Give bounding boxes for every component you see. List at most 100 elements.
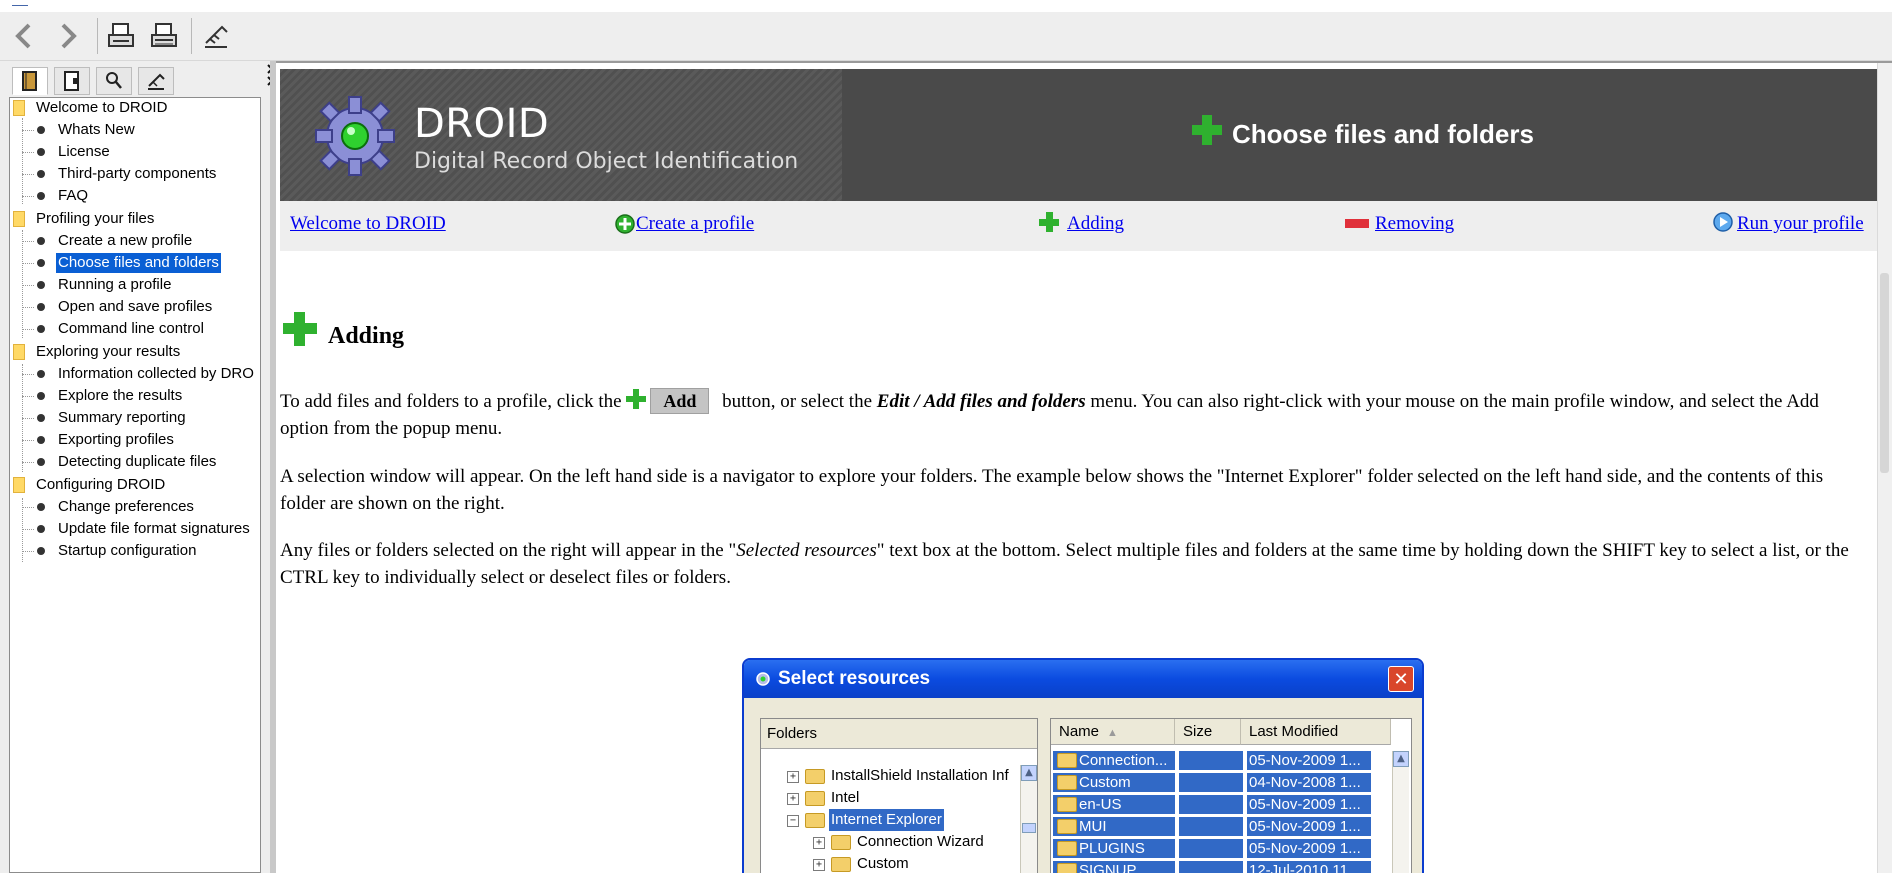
topic-navbar: Welcome to DROID Create a profile Adding… [280, 201, 1886, 251]
nav-link-create-profile[interactable]: Create a profile [636, 213, 754, 235]
tree-topic-label: Configuring DROID [36, 476, 166, 493]
column-header-size: Size [1175, 719, 1241, 745]
folder-icon [805, 813, 825, 828]
bullet-icon [37, 170, 45, 178]
nav-link-welcome[interactable]: Welcome to DROID [290, 213, 446, 235]
create-profile-icon [615, 214, 635, 234]
tree-item-label: Running a profile [58, 276, 172, 293]
scroll-up-icon: ▲ [1021, 765, 1037, 781]
file-size-cell [1179, 861, 1243, 873]
emphasis-text: Selected resources [736, 540, 877, 561]
tree-item-label-selected: Choose files and folders [56, 253, 221, 273]
nav-link-adding[interactable]: Adding [1067, 213, 1124, 235]
app-name: DROID [414, 101, 550, 147]
content-scrollbar[interactable] [1877, 63, 1892, 873]
print-setup-icon [151, 23, 177, 47]
bullet-icon [37, 503, 45, 511]
bullet-icon [37, 237, 45, 245]
plus-icon [283, 312, 317, 346]
scroll-thumb[interactable] [1880, 273, 1889, 473]
file-name: SIGNUP [1079, 862, 1137, 873]
book-icon [13, 100, 25, 116]
tree-item-label: Exporting profiles [58, 431, 174, 448]
bullet-icon [37, 458, 45, 466]
files-list-panel: Name ▲ Size Last Modified Connection... 0… [1050, 718, 1412, 873]
paragraph-add-instructions: To add files and folders to a profile, c… [280, 388, 1870, 442]
print-button[interactable] [103, 18, 139, 54]
folder-icon [805, 769, 825, 784]
print-setup-button[interactable] [146, 18, 182, 54]
tab-index[interactable] [54, 67, 90, 95]
toolbar-separator [191, 18, 192, 54]
tree-topic-label: Exploring your results [36, 343, 181, 360]
folder-label: Internet Explorer [829, 809, 944, 831]
page-setup-button[interactable] [198, 18, 234, 54]
bullet-icon [37, 436, 45, 444]
nav-link-removing[interactable]: Removing [1375, 213, 1454, 235]
folder-icon [1057, 863, 1077, 873]
nav-link-run-profile[interactable]: Run your profile [1737, 213, 1864, 235]
dialog-close-button: ✕ [1388, 666, 1414, 692]
tree-item-label: Whats New [58, 121, 135, 138]
tree-item-label: Startup configuration [58, 542, 197, 559]
menu-path-text: Edit / Add files and folders [876, 391, 1086, 412]
tree-connector [22, 418, 34, 419]
tab-contents[interactable] [12, 67, 48, 95]
folder-icon [1057, 797, 1077, 812]
toolbar-separator [97, 18, 98, 54]
file-modified-cell: 04-Nov-2008 1... [1247, 773, 1371, 792]
column-header-last-modified: Last Modified [1241, 719, 1391, 745]
book-icon [13, 344, 25, 360]
collapse-icon: − [787, 815, 799, 827]
folder-label: InstallShield Installation Inf [831, 767, 1009, 784]
tree-connector [22, 440, 34, 441]
bullet-icon [37, 192, 45, 200]
file-name-cell: Custom [1053, 773, 1175, 792]
help-toolbar [0, 12, 1892, 61]
plus-icon [626, 389, 647, 409]
tree-connector [22, 241, 34, 242]
tree-item-label: Update file format signatures [58, 520, 250, 537]
minus-icon [1345, 219, 1369, 228]
bullet-icon [37, 370, 45, 378]
bullet-icon [37, 392, 45, 400]
tree-connector [22, 174, 34, 175]
dialog-title: Select resources [778, 668, 931, 689]
tab-search[interactable] [96, 67, 132, 95]
banner-logo-area: DROID Digital Record Object Identificati… [280, 69, 842, 201]
tree-connector [22, 462, 34, 463]
contents-tree: Welcome to DROID Whats New License Third… [9, 97, 261, 873]
tab-favorites[interactable] [138, 67, 174, 95]
bullet-icon [37, 126, 45, 134]
file-name-cell: PLUGINS [1053, 839, 1175, 858]
tree-connector [22, 396, 34, 397]
file-modified-cell: 05-Nov-2009 1... [1247, 751, 1371, 770]
tree-item-label: Summary reporting [58, 409, 186, 426]
file-name-cell: MUI [1053, 817, 1175, 836]
file-modified-cell: 05-Nov-2009 1... [1247, 817, 1371, 836]
plus-icon [1039, 212, 1059, 232]
file-row: PLUGINS 05-Nov-2009 1... [1053, 839, 1393, 859]
expand-icon: + [813, 859, 825, 871]
back-button[interactable] [6, 18, 42, 54]
folders-scrollbar: ▲ [1020, 765, 1037, 873]
folder-icon [1057, 753, 1077, 768]
tree-connector [22, 374, 34, 375]
text-fragment: To add files and folders to a profile, c… [280, 391, 627, 412]
forward-button[interactable] [50, 18, 86, 54]
bullet-icon [37, 525, 45, 533]
text-fragment: button, or select the [717, 391, 877, 412]
file-row: Connection... 05-Nov-2009 1... [1053, 751, 1393, 771]
section-heading: Adding [328, 323, 405, 349]
tree-item-label: License [58, 143, 110, 160]
expand-icon: + [787, 771, 799, 783]
tree-item-label: Create a new profile [58, 232, 193, 249]
tree-connector [22, 263, 34, 264]
menu-remnant [12, 2, 28, 6]
tree-connector [22, 196, 34, 197]
column-header-label: Last Modified [1249, 723, 1339, 740]
expand-icon: + [813, 837, 825, 849]
bullet-icon [37, 325, 45, 333]
file-name: en-US [1079, 796, 1122, 813]
file-name-cell: en-US [1053, 795, 1175, 814]
